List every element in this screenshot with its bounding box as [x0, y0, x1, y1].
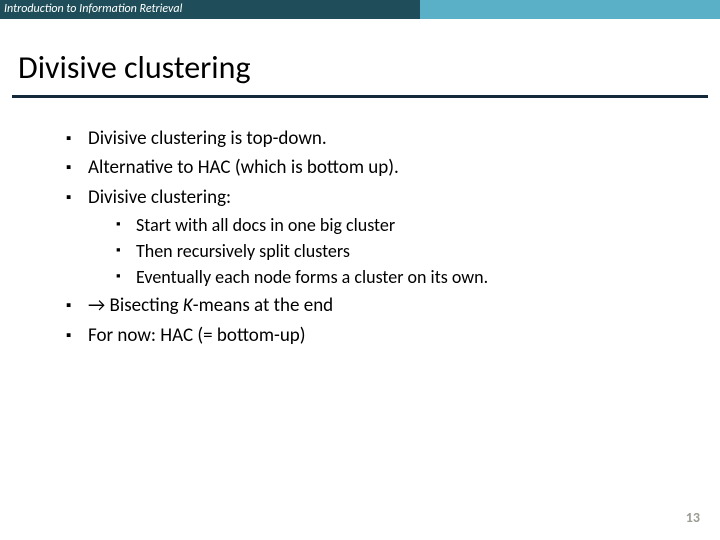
bullet-text: Then recursively split clusters — [136, 240, 350, 262]
header-bar: Introduction to Information Retrieval — [0, 0, 720, 19]
bullet-text: Alternative to HAC (which is bottom up). — [88, 156, 399, 179]
bullet-text-italic: K — [183, 294, 193, 317]
slide-title: Divisive clustering — [18, 51, 704, 85]
bullet-text: Divisive clustering is top-down. — [88, 127, 327, 150]
bullet-text: For now: HAC (= bottom-up) — [88, 324, 306, 347]
bullet-list: Divisive clustering is top-down. Alterna… — [66, 126, 694, 349]
bullet-item: Divisive clustering: Start with all docs… — [66, 185, 694, 290]
header-bar-dark: Introduction to Information Retrieval — [0, 0, 420, 19]
bullet-text: Start with all docs in one big cluster — [136, 214, 395, 236]
bullet-text: Eventually each node forms a cluster on … — [136, 266, 488, 288]
title-area: Divisive clustering — [0, 19, 720, 91]
header-bar-accent — [420, 0, 720, 19]
page-number: 13 — [686, 509, 700, 526]
sub-bullet-item: Eventually each node forms a cluster on … — [116, 265, 694, 289]
bullet-text: Bisecting — [110, 294, 183, 317]
bullet-text: Divisive clustering: — [88, 186, 231, 209]
sub-bullet-item: Start with all docs in one big cluster — [116, 213, 694, 237]
course-title: Introduction to Information Retrieval — [4, 0, 182, 19]
bullet-item: For now: HAC (= bottom-up) — [66, 323, 694, 349]
bullet-item: Alternative to HAC (which is bottom up). — [66, 155, 694, 181]
slide-body: Divisive clustering is top-down. Alterna… — [0, 98, 720, 349]
sub-bullet-item: Then recursively split clusters — [116, 239, 694, 263]
bullet-item: Divisive clustering is top-down. — [66, 126, 694, 152]
bullet-item: → Bisecting K-means at the end — [66, 293, 694, 319]
sub-bullet-list: Start with all docs in one big cluster T… — [88, 213, 694, 290]
bullet-text: -means at the end — [193, 294, 333, 317]
arrow-icon: → — [88, 294, 110, 317]
